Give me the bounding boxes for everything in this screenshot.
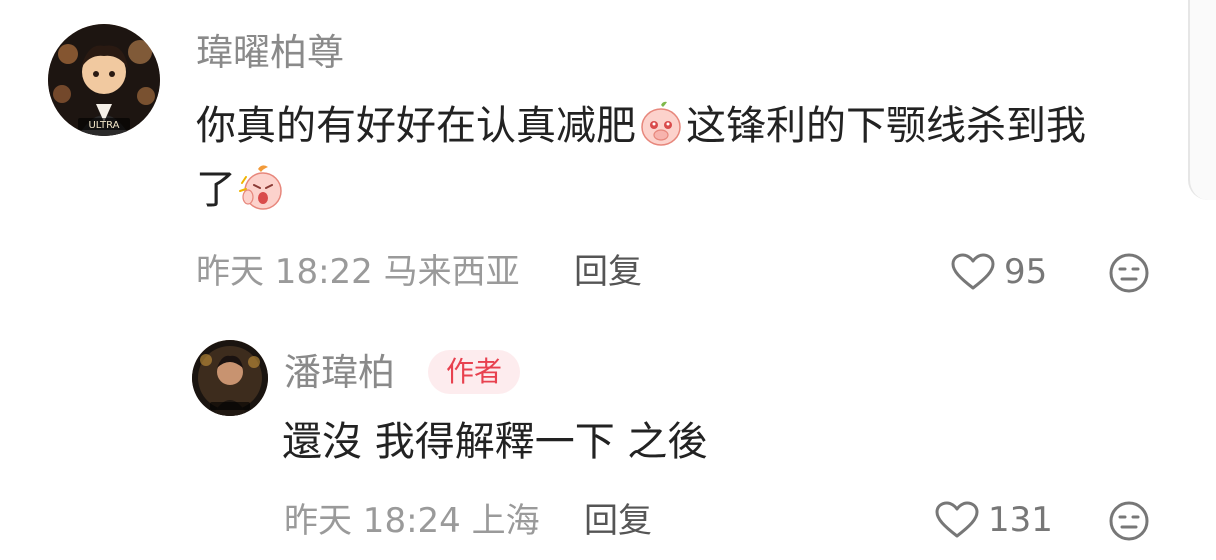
avatar-image: ULTRA xyxy=(48,24,160,136)
user-avatar[interactable]: ULTRA xyxy=(48,24,160,136)
comment-username[interactable]: 潘瑋柏 xyxy=(284,354,395,391)
comment-text-part: 了 xyxy=(196,167,236,213)
scrollbar-edge[interactable] xyxy=(1188,0,1216,200)
shocked-peach-emoji-icon xyxy=(239,165,282,210)
comment-text-part: 这锋利的下颚线杀到我 xyxy=(686,103,1086,149)
comment-meta: 昨天 18:24 上海 xyxy=(284,501,540,541)
meh-face-icon[interactable] xyxy=(1108,500,1150,542)
meh-face-icon[interactable] xyxy=(1108,252,1150,294)
author-avatar[interactable] xyxy=(192,340,268,416)
like-button[interactable]: 95 xyxy=(950,252,1047,292)
comment-text: 還沒 我得解釋一下 之後 xyxy=(282,419,708,465)
avatar-logo-text: ULTRA xyxy=(88,120,119,131)
crying-peach-emoji-icon xyxy=(641,101,681,146)
like-count: 95 xyxy=(1004,252,1048,292)
comment-text-line1: 你真的有好好在认真减肥 这锋利的下颚线杀到我 xyxy=(196,94,1086,158)
comment-username[interactable]: 瑋曜柏尊 xyxy=(196,34,344,71)
comment-meta: 昨天 18:22 马来西亚 xyxy=(196,252,520,292)
author-badge: 作者 xyxy=(428,350,521,394)
like-count: 131 xyxy=(988,500,1053,540)
comment-text-part: 你真的有好好在认真减肥 xyxy=(196,103,636,149)
reply-button[interactable]: 回复 xyxy=(584,504,652,538)
like-button[interactable]: 131 xyxy=(934,500,1053,540)
reply-button[interactable]: 回复 xyxy=(574,255,642,289)
heart-outline-icon xyxy=(935,501,979,538)
comment-text-line2: 了 xyxy=(196,158,286,222)
avatar-image xyxy=(192,340,268,416)
heart-outline-icon xyxy=(951,253,995,290)
